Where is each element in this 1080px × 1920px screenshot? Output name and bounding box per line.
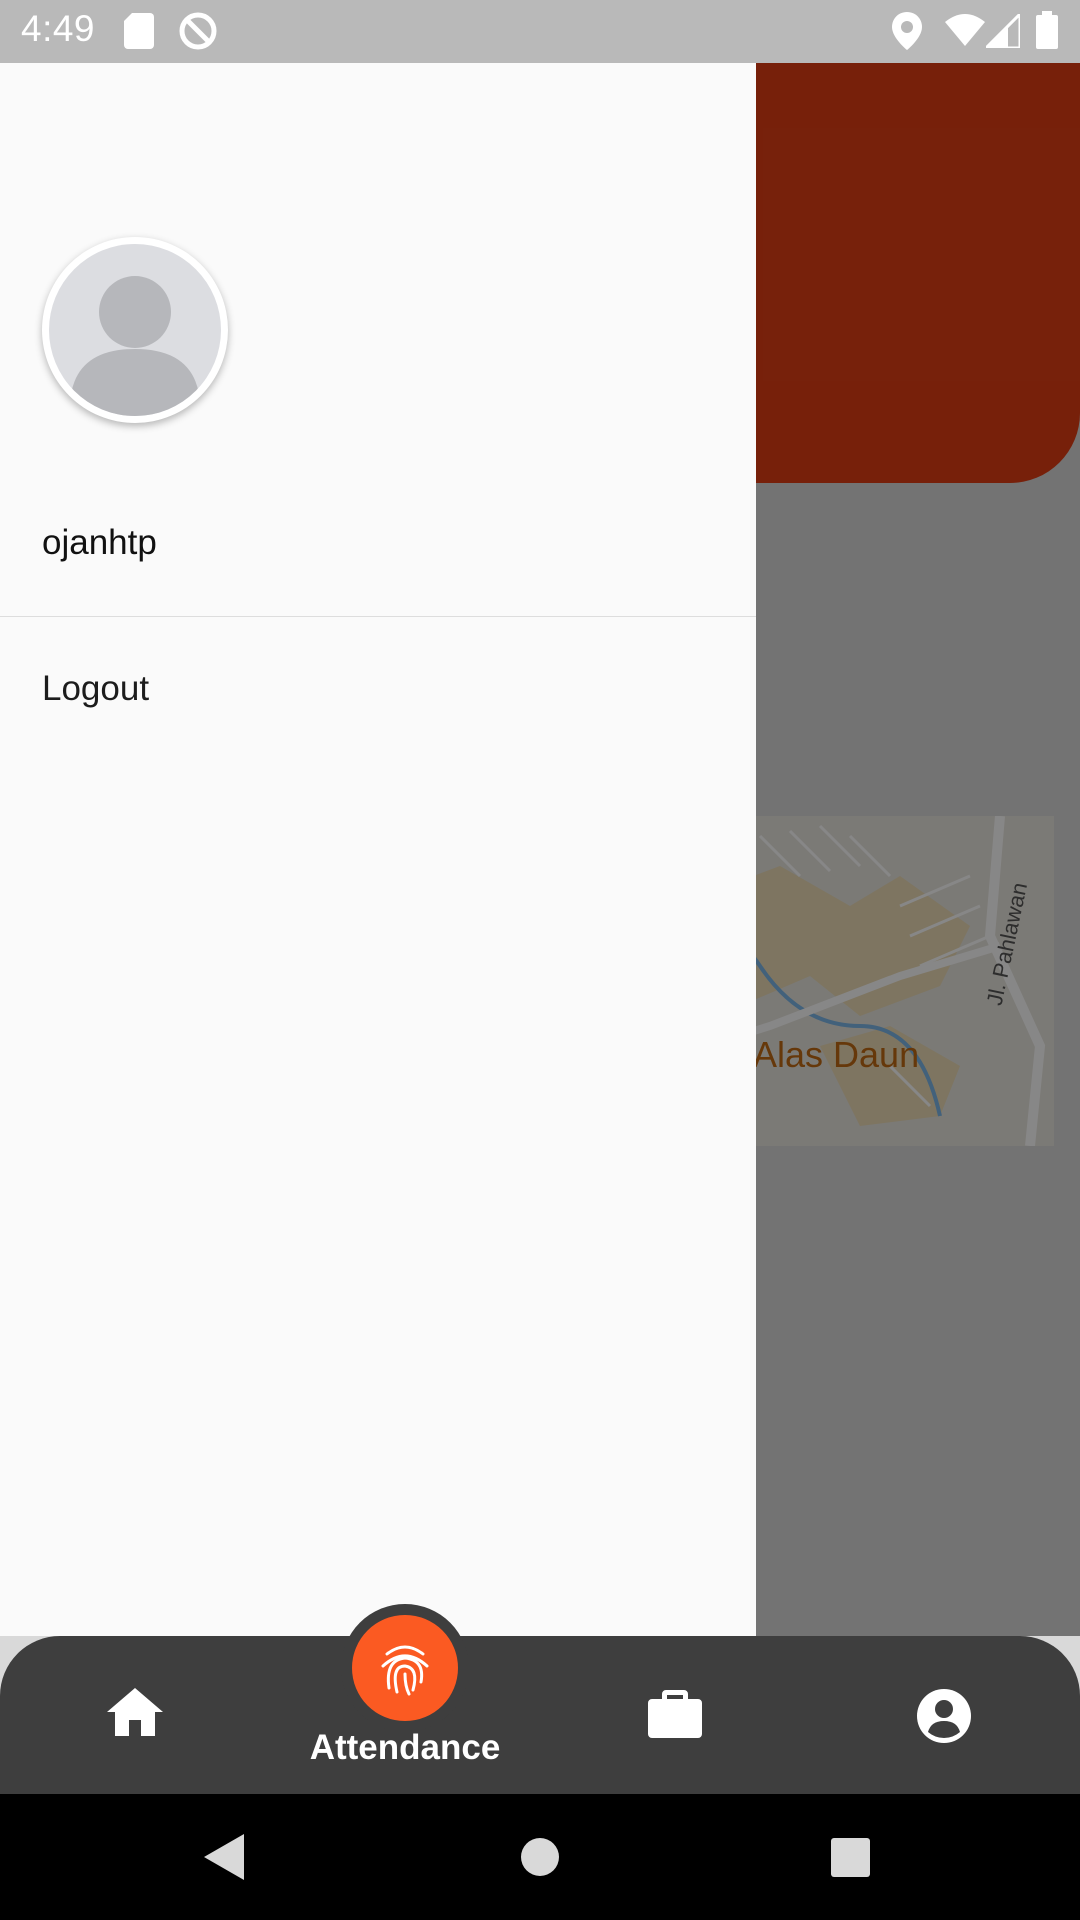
wifi-icon: [945, 14, 985, 51]
location-icon: [892, 12, 922, 55]
drawer-divider: [0, 616, 756, 617]
system-navigation-bar: [0, 1794, 1080, 1920]
home-icon: [107, 1688, 163, 1741]
logout-menu-item[interactable]: Logout: [0, 659, 756, 749]
nav-home[interactable]: [35, 1636, 235, 1794]
navigation-drawer: ojanhtp Logout: [0, 63, 756, 1636]
logout-label: Logout: [42, 669, 150, 708]
sync-disabled-icon: [178, 11, 218, 56]
briefcase-icon: [648, 1690, 702, 1743]
bottom-navigation-bar: [0, 1636, 1080, 1794]
recents-icon[interactable]: [831, 1838, 870, 1882]
status-time: 4:49: [21, 8, 96, 49]
attendance-button[interactable]: [352, 1615, 458, 1721]
back-icon[interactable]: [204, 1834, 244, 1885]
signal-icon: [982, 10, 1022, 53]
avatar[interactable]: [42, 237, 228, 423]
nav-profile[interactable]: [845, 1636, 1045, 1794]
account-circle-icon: [917, 1689, 971, 1748]
attendance-label: Attendance: [309, 1728, 501, 1767]
home-circle-icon[interactable]: [521, 1838, 559, 1881]
status-bar: 4:49: [0, 0, 1080, 63]
nav-jobs[interactable]: [575, 1636, 775, 1794]
drawer-username: ojanhtp: [42, 523, 157, 562]
sd-card-icon: [124, 13, 154, 54]
battery-icon: [1036, 11, 1058, 54]
person-avatar-icon: [49, 244, 221, 416]
